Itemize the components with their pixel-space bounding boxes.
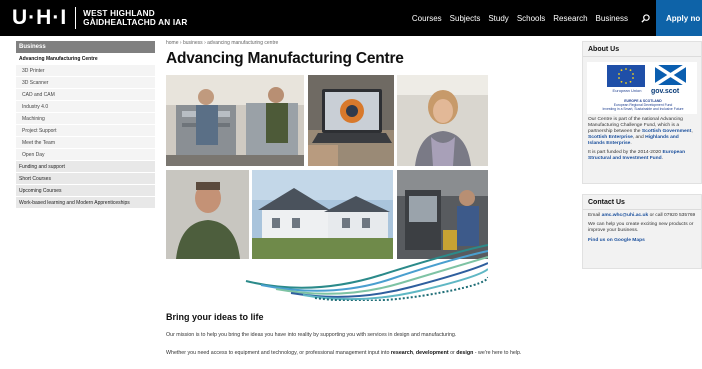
research-keyword: research xyxy=(390,350,413,356)
design-keyword: design xyxy=(456,350,474,356)
sidebar-item-meet-team[interactable]: Meet the Team xyxy=(16,137,155,149)
sidebar-item-short-courses[interactable]: Short Courses xyxy=(16,173,155,185)
logo-text: WEST HIGHLAND GÀIDHEALTACHD AN IAR xyxy=(83,9,187,27)
email-link[interactable]: amc.whc@uhi.ac.uk xyxy=(602,213,649,218)
logo-line-2: GÀIDHEALTACHD AN IAR xyxy=(83,18,188,27)
man-portrait-photo xyxy=(166,170,249,259)
logo-line-1: WEST HIGHLAND xyxy=(83,9,155,18)
erdf-line-3: Investing in a Smart, Sustainable and In… xyxy=(602,107,684,112)
contact-us-box: Contact Us Email amc.whc@uhi.ac.uk or ca… xyxy=(582,194,702,269)
sidebar-item-industry-4[interactable]: Industry 4.0 xyxy=(16,101,155,113)
uhi-logo[interactable]: U·H·I WEST HIGHLAND GÀIDHEALTACHD AN IAR xyxy=(12,6,188,30)
email-suffix: or call 07920 535769 xyxy=(648,213,696,218)
sidebar-item-open-day[interactable]: Open Day xyxy=(16,149,155,161)
nav-schools[interactable]: Schools xyxy=(517,14,545,23)
apply-now-button[interactable]: Apply no xyxy=(656,0,702,36)
about-us-box: About Us European Union gov.scot EUROPE … xyxy=(582,41,702,184)
photo-collage xyxy=(166,75,488,301)
about-text-2: It is part funded by the 2014-2020 Europ… xyxy=(583,147,701,162)
nav-courses[interactable]: Courses xyxy=(412,14,442,23)
logo-mark: U·H·I xyxy=(12,6,68,29)
sidebar-item-funding[interactable]: Funding and support xyxy=(16,161,155,173)
sidebar-heading[interactable]: Business xyxy=(16,41,155,53)
eu-label: European Union xyxy=(612,88,642,93)
nav-study[interactable]: Study xyxy=(488,14,508,23)
nav-research[interactable]: Research xyxy=(553,14,587,23)
section-heading: Bring your ideas to life xyxy=(166,312,264,322)
about-text-2-start: It is part funded by the 2014-2020 xyxy=(588,150,663,155)
sidebar-item-amc[interactable]: Advancing Manufacturing Centre xyxy=(16,53,155,65)
main-nav: Courses Subjects Study Schools Research … xyxy=(412,0,702,36)
logo-divider xyxy=(75,7,77,29)
sidebar-item-3d-scanner[interactable]: 3D Scanner xyxy=(16,77,155,89)
sidebar-item-cad-cam[interactable]: CAD and CAM xyxy=(16,89,155,101)
contact-email-text: Email amc.whc@uhi.ac.uk or call 07920 53… xyxy=(583,210,701,219)
main-content: home › business › advancing manufacturin… xyxy=(166,40,576,301)
sidebar-item-3d-printer[interactable]: 3D Printer xyxy=(16,65,155,77)
about-text-1-sep1: , xyxy=(691,129,693,134)
services-text-start: Whether you need access to equipment and… xyxy=(166,350,391,356)
woman-portrait-photo xyxy=(397,75,488,166)
services-paragraph: Whether you need access to equipment and… xyxy=(166,349,576,357)
eu-flag-icon xyxy=(607,65,645,87)
sidebar-item-work-based[interactable]: Work-based learning and Modern Apprentic… xyxy=(16,197,155,209)
funding-logos: European Union gov.scot EUROPE & SCOTLAN… xyxy=(587,62,697,114)
sidebar-item-machining[interactable]: Machining xyxy=(16,113,155,125)
services-text-end: - we're here to help. xyxy=(473,350,522,356)
mission-paragraph: Our mission is to help you bring the ide… xyxy=(166,332,457,338)
saltire-icon xyxy=(654,63,687,87)
breadcrumb[interactable]: home › business › advancing manufacturin… xyxy=(166,40,576,47)
nav-business[interactable]: Business xyxy=(596,14,628,23)
page-title: Advancing Manufacturing Centre xyxy=(166,50,404,67)
sidebar-item-project-support[interactable]: Project Support xyxy=(16,125,155,137)
scottish-government-link[interactable]: Scottish Government xyxy=(642,129,691,134)
section-sidebar: Business Advancing Manufacturing Centre … xyxy=(16,41,155,209)
sidebar-item-upcoming-courses[interactable]: Upcoming Courses xyxy=(16,185,155,197)
gov-scot-label: gov.scot xyxy=(651,88,680,95)
search-icon[interactable] xyxy=(636,0,654,36)
about-text-1-sep2: , and xyxy=(632,135,646,140)
site-header: U·H·I WEST HIGHLAND GÀIDHEALTACHD AN IAR… xyxy=(0,0,702,36)
google-maps-link[interactable]: Find us on Google Maps xyxy=(583,234,701,243)
scottish-enterprise-link[interactable]: Scottish Enterprise xyxy=(588,135,633,140)
nav-subjects[interactable]: Subjects xyxy=(450,14,481,23)
about-text-1-end: . xyxy=(630,141,632,146)
workshop-photo xyxy=(166,75,304,166)
development-keyword: development xyxy=(415,350,449,356)
about-text-1: Our Centre is part of the national Advan… xyxy=(583,114,701,147)
contact-us-title: Contact Us xyxy=(583,195,701,210)
email-prefix: Email xyxy=(588,213,602,218)
erdf-caption: EUROPE & SCOTLAND European Regional Deve… xyxy=(587,99,699,112)
laptop-photo xyxy=(308,75,394,166)
about-text-2-end: . xyxy=(661,156,663,161)
decorative-lines xyxy=(241,235,488,301)
contact-help-text: We can help you create exciting new prod… xyxy=(588,222,694,233)
about-us-title: About Us xyxy=(583,42,701,57)
